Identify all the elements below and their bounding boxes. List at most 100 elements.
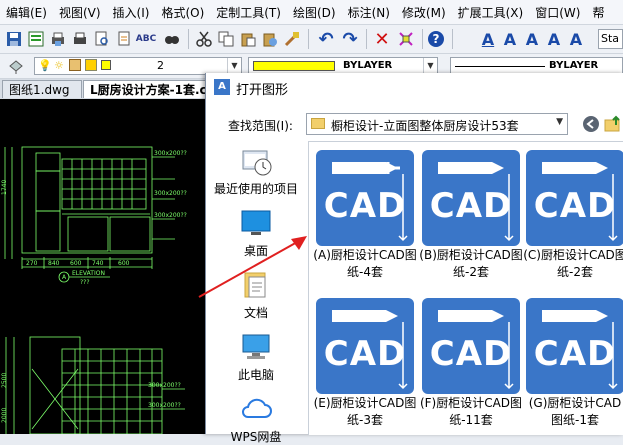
layer-unlock-icon <box>69 59 81 71</box>
menu-window[interactable]: 窗口(W) <box>529 4 586 21</box>
paste-icon[interactable] <box>238 29 258 49</box>
redo-icon[interactable]: ↷ <box>340 29 360 50</box>
file-name-line1: (G)厨柜设计CAD <box>528 396 622 410</box>
dim-label: 300x200?? <box>154 190 187 197</box>
menu-insert[interactable]: 插入(I) <box>107 4 156 21</box>
elevation-sub: ??? <box>80 279 90 286</box>
layer-color-swatch <box>101 60 111 70</box>
chevron-down-icon: ▼ <box>423 58 437 74</box>
dim-label: 300x200?? <box>148 382 181 389</box>
place-this-pc[interactable]: 此电脑 <box>210 331 302 383</box>
place-label: 文档 <box>243 306 268 320</box>
file-name-line2: 纸-4套 <box>347 265 383 279</box>
linetype-value: BYLAYER <box>549 60 599 71</box>
cad-file-icon: CAD <box>526 150 623 246</box>
text-scale-icon[interactable]: A <box>566 29 586 49</box>
text-find-icon[interactable]: A <box>522 29 542 49</box>
dialog-title: 打开图形 <box>236 83 289 98</box>
cad-drawing: 300x200?? 300x200?? 300x200?? 300x200?? … <box>1 146 187 434</box>
file-name-line1: (A)厨柜设计CAD图 <box>313 248 417 262</box>
dim-label: 300x200?? <box>154 150 187 157</box>
menu-draw[interactable]: 绘图(D) <box>287 4 342 21</box>
dialog-titlebar: A 打开图形 <box>206 73 623 101</box>
file-name-line1: (E)厨柜设计CAD图 <box>313 396 417 410</box>
menu-extend-tools[interactable]: 扩展工具(X) <box>452 4 530 21</box>
color-swatch <box>253 61 335 71</box>
dim-label: 2000 <box>1 408 8 423</box>
linetype-sample <box>455 66 545 67</box>
spell-check-icon[interactable]: ABC <box>136 29 156 49</box>
back-button[interactable] <box>582 115 600 133</box>
look-in-dropdown[interactable]: 橱柜设计-立面图整体厨房设计53套 ▼ <box>306 113 568 135</box>
menu-custom-tools[interactable]: 定制工具(T) <box>210 4 287 21</box>
help-icon[interactable]: ? <box>426 29 446 49</box>
copy-icon[interactable] <box>216 29 236 49</box>
place-label: 此电脑 <box>237 368 274 382</box>
text-edit-icon[interactable]: A <box>500 29 520 49</box>
dim-label: 840 <box>48 260 60 267</box>
dim-label: 300x200?? <box>154 212 187 219</box>
text-style-icon[interactable]: A <box>478 29 498 49</box>
up-folder-button[interactable] <box>604 115 622 133</box>
app-logo-icon: A <box>214 79 230 95</box>
cad-file-icon: CAD <box>526 298 623 394</box>
layer-manager-icon[interactable] <box>6 56 26 76</box>
elevation-label: ELEVATION <box>72 270 105 277</box>
menu-dimension[interactable]: 标注(N) <box>342 4 396 21</box>
cad-file-icon: CAD <box>316 150 414 246</box>
file-item[interactable]: CAD (F)厨柜设计CAD图 纸-11套 <box>419 298 523 428</box>
page-preview-icon[interactable] <box>92 29 112 49</box>
tab-drawing1[interactable]: 图纸1.dwg <box>2 80 82 98</box>
menu-modify[interactable]: 修改(M) <box>396 4 452 21</box>
cad-file-icon: CAD <box>422 298 520 394</box>
look-in-value: 橱柜设计-立面图整体厨房设计53套 <box>331 119 519 133</box>
match-properties-icon[interactable] <box>282 29 302 49</box>
purge-icon[interactable] <box>396 29 416 49</box>
chevron-down-icon: ▼ <box>227 58 241 74</box>
paste-special-icon[interactable] <box>260 29 280 49</box>
menu-edit[interactable]: 编辑(E) <box>0 4 53 21</box>
file-name-line2: 纸-3套 <box>347 413 383 427</box>
file-name-line1: (C)厨柜设计CAD图 <box>523 248 623 262</box>
place-recent[interactable]: 最近使用的项目 <box>210 145 302 197</box>
file-item[interactable]: CAD (C)厨柜设计CAD图 纸-2套 <box>523 150 623 280</box>
dim-label: 270 <box>26 260 38 267</box>
delete-icon[interactable]: ✕ <box>372 29 392 50</box>
menu-format[interactable]: 格式(O) <box>155 4 210 21</box>
file-name-line2: 纸-2套 <box>453 265 489 279</box>
file-item[interactable]: CAD (G)厨柜设计CAD 图纸-1套 <box>523 298 623 428</box>
place-label: WPS网盘 <box>230 430 282 444</box>
find-icon[interactable] <box>162 29 182 49</box>
file-item[interactable]: CAD (B)厨柜设计CAD图 纸-2套 <box>419 150 523 280</box>
sheet-set-icon[interactable] <box>26 29 46 49</box>
dim-label: 300x200?? <box>148 402 181 409</box>
dim-label: 600 <box>118 260 130 267</box>
file-name-line2: 纸-2套 <box>557 265 593 279</box>
file-item[interactable]: CAD (E)厨柜设计CAD图 纸-3套 <box>313 298 417 428</box>
tab-kitchen-design[interactable]: L厨房设计方案-1套.c <box>83 80 213 98</box>
annotation-arrow <box>198 236 307 298</box>
save-icon[interactable] <box>4 29 24 49</box>
cloud-drive-icon <box>242 398 272 418</box>
print-icon[interactable] <box>70 29 90 49</box>
recent-items-icon <box>242 150 272 176</box>
cut-icon[interactable] <box>194 29 214 49</box>
publish-icon[interactable] <box>114 29 134 49</box>
up-folder-icon <box>604 115 620 132</box>
look-in-label: 查找范围(I): <box>228 119 293 133</box>
cad-file-icon: CAD <box>422 150 520 246</box>
computer-icon <box>242 334 270 359</box>
place-wps-drive[interactable]: WPS网盘 <box>210 393 302 445</box>
search-input[interactable]: Sta <box>598 29 623 49</box>
undo-icon[interactable]: ↶ <box>316 29 336 50</box>
layer-name: 2 <box>157 59 164 72</box>
file-item[interactable]: CAD (A)厨柜设计CAD图 纸-4套 <box>313 150 417 280</box>
place-label: 最近使用的项目 <box>213 182 298 196</box>
text-spell-icon[interactable]: A <box>544 29 564 49</box>
folder-icon <box>311 118 325 129</box>
print-preview-icon[interactable] <box>48 29 68 49</box>
cad-drawing-canvas[interactable]: 300x200?? 300x200?? 300x200?? 300x200?? … <box>0 99 207 434</box>
menu-view[interactable]: 视图(V) <box>53 4 107 21</box>
menu-help[interactable]: 帮 <box>586 4 610 21</box>
dim-label: 1740 <box>1 180 8 195</box>
